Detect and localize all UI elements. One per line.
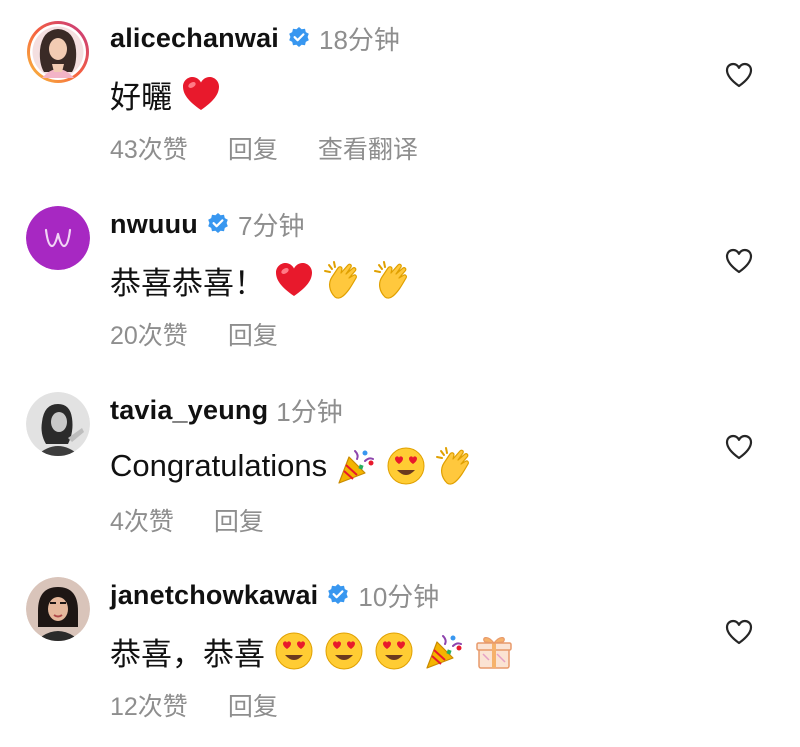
heart-like-icon[interactable] [724,617,754,647]
comment-timestamp: 1分钟 [276,396,343,427]
verified-badge-icon [326,583,350,607]
heart-eyes-face-icon [273,630,315,672]
clapping-hands-icon [435,445,477,487]
wrapped-gift-icon [473,630,515,672]
username[interactable]: janetchowkawai [110,580,318,611]
comment-text: 好曬 [110,66,222,122]
clapping-hands-icon [373,259,415,301]
heart-like-icon[interactable] [724,60,754,90]
like-count[interactable]: 12次赞 [110,687,188,723]
comment-body: Congratulations [110,448,328,483]
translate-button[interactable]: 查看翻译 [318,130,418,166]
heart-like-icon[interactable] [724,432,754,462]
comment-timestamp: 10分钟 [358,581,440,612]
comment-body: 恭喜，恭喜 [110,636,265,672]
red-heart-icon [273,259,315,301]
verified-badge-icon [287,26,311,50]
reply-button[interactable]: 回复 [228,130,278,166]
verified-badge-icon [206,212,230,236]
username[interactable]: nwuuu [110,209,198,240]
grayscale-portrait-avatar[interactable] [26,392,90,456]
like-count[interactable]: 4次赞 [110,502,174,538]
reply-button[interactable]: 回复 [214,502,264,538]
comment-body: 恭喜恭喜！ [110,265,265,301]
party-popper-icon [335,445,377,487]
username[interactable]: tavia_yeung [110,395,268,426]
red-heart-icon [180,73,222,115]
comment-list: alicechanwai 18分钟 好曬 43次赞 回复 查看翻译 nwuuu … [0,0,800,747]
woman-portrait-avatar[interactable] [26,20,90,84]
comment-timestamp: 7分钟 [237,210,305,241]
reply-button[interactable]: 回复 [228,687,278,723]
heart-eyes-face-icon [385,445,427,487]
heart-eyes-face-icon [323,630,365,672]
comment-text: 恭喜，恭喜 [110,623,515,679]
comment-text: 恭喜恭喜！ [110,252,415,308]
like-count[interactable]: 20次赞 [110,316,188,352]
comment-text: Congratulations [110,438,477,494]
heart-eyes-face-icon [373,630,415,672]
like-count[interactable]: 43次赞 [110,130,188,166]
heart-like-icon[interactable] [724,246,754,276]
purple-w-logo-avatar[interactable] [26,206,90,270]
comment-timestamp: 18分钟 [319,24,400,55]
reply-button[interactable]: 回复 [228,316,278,352]
party-popper-icon [423,630,465,672]
username[interactable]: alicechanwai [110,23,279,54]
comment-body: 好曬 [110,79,172,115]
woman-portrait-avatar[interactable] [26,577,90,641]
clapping-hands-icon [323,259,365,301]
